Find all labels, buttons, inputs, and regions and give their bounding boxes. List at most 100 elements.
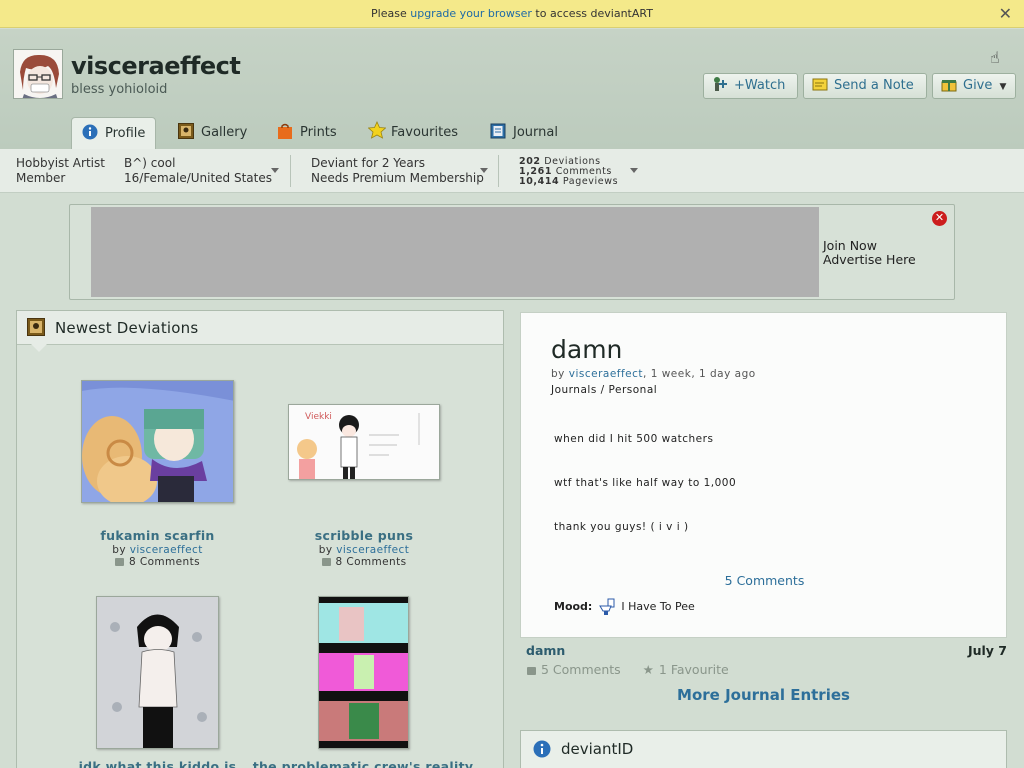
close-icon[interactable]: ✕	[999, 0, 1012, 28]
profile-header: visceraeffect bless yohioloid ☝ +Watch S…	[0, 29, 1024, 149]
deviation-thumbnail[interactable]	[81, 380, 234, 503]
comment-icon	[115, 557, 125, 566]
premium-status: Needs Premium Membership	[311, 171, 484, 185]
tab-gallery[interactable]: Gallery	[178, 117, 247, 149]
journal-text-line: wtf that's like half way to 1,000	[554, 477, 737, 489]
send-note-button[interactable]: Send a Note	[803, 73, 927, 99]
journal-date: July 7	[967, 643, 1007, 658]
journal-text-line: when did I hit 500 watchers	[554, 433, 714, 445]
tab-prints-label: Prints	[300, 125, 337, 140]
star-icon	[367, 120, 387, 139]
chevron-down-icon[interactable]	[630, 168, 638, 173]
upgrade-browser-link[interactable]: upgrade your browser	[410, 7, 532, 20]
banner-prefix: Please	[371, 7, 407, 20]
author-link[interactable]: visceraeffect	[336, 544, 409, 556]
member-type-line2: Member	[16, 171, 66, 185]
banner-suffix: to access deviantART	[535, 7, 653, 20]
deviation-comments[interactable]: 8 Comments	[287, 556, 441, 568]
deviation-thumbnail[interactable]: Viekki	[288, 404, 440, 480]
username: visceraeffect	[71, 52, 241, 80]
ad-banner-placeholder[interactable]	[91, 207, 819, 297]
profile-stats-bar: Hobbyist Artist Member B^) cool 16/Femal…	[0, 149, 1024, 193]
tab-profile-label: Profile	[105, 126, 146, 141]
send-note-label: Send a Note	[834, 78, 914, 93]
tab-prints[interactable]: Prints	[277, 117, 337, 149]
journal-comments-count[interactable]: 5 Comments	[541, 662, 621, 677]
category-journals[interactable]: Journals	[551, 384, 597, 396]
journal-byline: by visceraeffect, 1 week, 1 day ago	[551, 368, 756, 380]
deviation-author: by visceraeffect	[81, 544, 234, 556]
deviation-author: by visceraeffect	[287, 544, 441, 556]
tab-journal[interactable]: Journal	[490, 117, 558, 149]
journal-title[interactable]: damn	[551, 335, 622, 364]
journal-category: Journals / Personal	[551, 384, 657, 396]
svg-text:Viekki: Viekki	[305, 412, 332, 422]
deviation-title[interactable]: scribble puns	[287, 528, 441, 543]
watch-label: +Watch	[734, 78, 786, 93]
ad-links: Join Now Advertise Here	[823, 239, 916, 267]
member-type-line1: Hobbyist Artist	[16, 156, 105, 170]
divider	[290, 155, 291, 187]
comments-count: 8 Comments	[129, 556, 200, 568]
comment-icon	[321, 557, 331, 566]
mood-label: Mood:	[554, 600, 593, 613]
category-personal[interactable]: Personal	[609, 384, 658, 396]
journal-meta: 5 Comments ★ 1 Favourite	[527, 662, 729, 677]
give-button[interactable]: Give ▼	[932, 73, 1016, 99]
journal-mood: Mood: I Have To Pee	[554, 598, 695, 616]
journal-icon	[490, 120, 506, 139]
toilet-mood-icon	[598, 598, 615, 616]
header-pointer	[31, 344, 47, 352]
chevron-down-icon[interactable]	[480, 168, 488, 173]
member-type: Hobbyist Artist Member	[16, 156, 105, 186]
author-link[interactable]: visceraeffect	[130, 544, 203, 556]
deviation-thumbnail[interactable]	[96, 596, 219, 749]
tab-gallery-label: Gallery	[201, 125, 248, 140]
watch-button[interactable]: +Watch	[703, 73, 798, 99]
note-icon	[812, 76, 828, 92]
tab-favourites[interactable]: Favourites	[367, 117, 458, 149]
newest-deviations-title: Newest Deviations	[55, 319, 199, 337]
deviantid-title: deviantID	[561, 740, 634, 758]
category-separator: /	[600, 384, 605, 396]
user-mood: B^) cool	[124, 156, 176, 170]
advertise-here-link[interactable]: Advertise Here	[823, 253, 916, 267]
by-label: by	[112, 544, 126, 556]
stat-counts: 202 Deviations 1,261 Comments 10,414 Pag…	[519, 157, 618, 187]
watch-icon	[712, 76, 728, 92]
gallery-icon	[27, 318, 45, 336]
deviation-thumbnail[interactable]	[318, 596, 409, 749]
by-label: by	[318, 544, 333, 556]
info-icon	[82, 121, 98, 140]
journal-favourites-count[interactable]: 1 Favourite	[659, 662, 729, 677]
newest-deviations-panel: Newest Deviations fukamin scarfin by vis…	[16, 310, 504, 768]
avatar[interactable]	[13, 49, 63, 99]
journal-comments-link[interactable]: 5 Comments	[521, 573, 1008, 588]
deviation-title[interactable]: idk what this kiddo is	[61, 759, 254, 768]
advertisement-box: Join Now Advertise Here ✕	[69, 204, 955, 300]
close-ad-icon[interactable]: ✕	[932, 211, 947, 226]
user-asl: 16/Female/United States	[124, 171, 273, 185]
pageviews-count: 10,414	[519, 176, 560, 187]
journal-author-link[interactable]: visceraeffect	[569, 368, 643, 380]
prints-bag-icon	[277, 120, 293, 139]
gift-icon	[941, 76, 957, 92]
featured-journal: damn by visceraeffect, 1 week, 1 day ago…	[520, 312, 1007, 638]
deviation-title[interactable]: fukamin scarfin	[81, 528, 234, 543]
chevron-down-icon: ▼	[999, 82, 1007, 92]
deviant-duration: Deviant for 2 Years	[311, 156, 425, 170]
join-now-link[interactable]: Join Now	[823, 239, 916, 253]
user-mood-info: B^) cool 16/Female/United States	[124, 156, 272, 186]
deviation-comments[interactable]: 8 Comments	[81, 556, 234, 568]
tab-journal-label: Journal	[513, 125, 558, 140]
deviation-title[interactable]: the problematic crew's reality	[235, 759, 491, 768]
tab-profile[interactable]: Profile	[71, 117, 157, 149]
star-icon: ★	[642, 662, 654, 677]
journal-footer-title[interactable]: damn	[526, 643, 565, 658]
more-journal-entries-link[interactable]: More Journal Entries	[520, 686, 1007, 704]
comment-icon	[527, 666, 536, 675]
tab-favourites-label: Favourites	[391, 125, 458, 140]
mood-value: I Have To Pee	[621, 600, 695, 613]
journal-time: , 1 week, 1 day ago	[643, 368, 756, 380]
chevron-down-icon[interactable]	[271, 168, 279, 173]
